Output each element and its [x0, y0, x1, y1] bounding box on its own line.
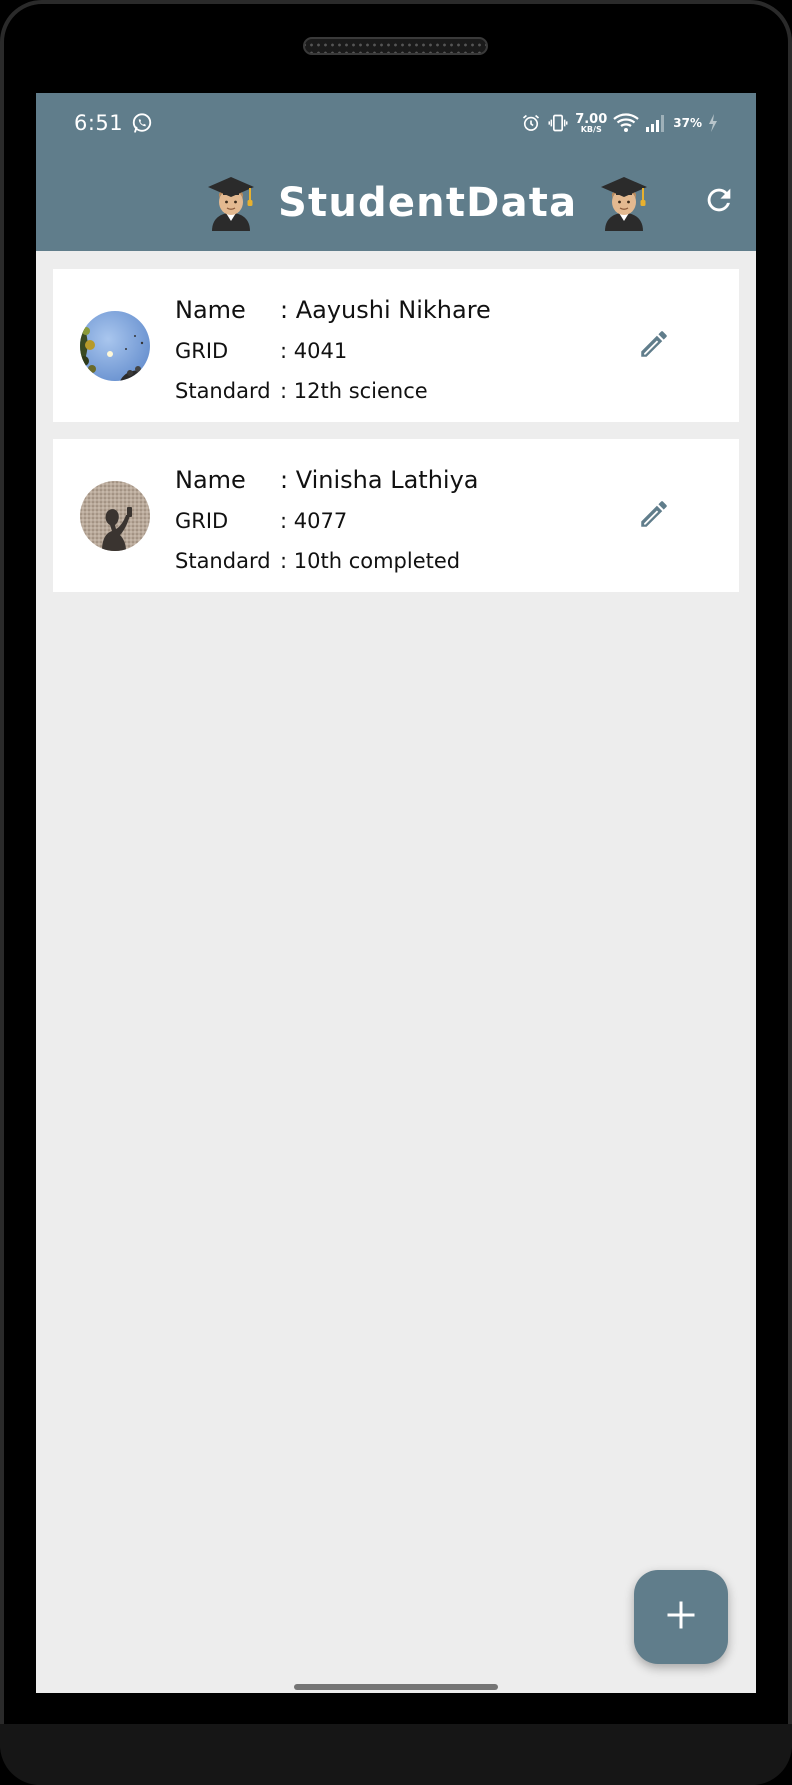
- grid-value: : 4077: [280, 509, 348, 533]
- status-bar: 6:51 7.00 KB/S 37%: [36, 93, 756, 153]
- name-row: Name : Aayushi Nikhare: [175, 289, 491, 331]
- standard-value: : 12th science: [280, 379, 428, 403]
- avatar: [80, 481, 150, 551]
- name-label: Name: [175, 466, 246, 494]
- name-row: Name : Vinisha Lathiya: [175, 459, 478, 501]
- student-list: Name : Aayushi Nikhare GRID : 4041 Stand…: [53, 269, 739, 609]
- student-info: Name : Vinisha Lathiya GRID : 4077 Stand…: [175, 459, 478, 581]
- name-value: : Vinisha Lathiya: [280, 466, 479, 494]
- standard-label: Standard: [175, 379, 271, 403]
- refresh-button[interactable]: [696, 179, 742, 225]
- standard-row: Standard : 10th completed: [175, 541, 478, 581]
- pencil-icon: [637, 327, 671, 365]
- signal-icon: [645, 113, 667, 133]
- graduate-emoji-left: [206, 175, 256, 231]
- status-icons: 7.00 KB/S 37%: [521, 109, 718, 137]
- student-info: Name : Aayushi Nikhare GRID : 4041 Stand…: [175, 289, 491, 411]
- app-title: StudentData: [278, 180, 578, 226]
- student-card[interactable]: Name : Vinisha Lathiya GRID : 4077 Stand…: [53, 439, 739, 592]
- net-speed-unit: KB/S: [580, 124, 602, 134]
- alarm-icon: [521, 113, 541, 133]
- standard-value: : 10th completed: [280, 549, 461, 573]
- grid-row: GRID : 4077: [175, 501, 478, 541]
- name-value: : Aayushi Nikhare: [280, 296, 491, 324]
- battery-percent: 37%: [673, 116, 702, 130]
- wifi-icon: [613, 113, 639, 133]
- standard-row: Standard : 12th science: [175, 371, 491, 411]
- title-row: StudentData: [36, 173, 756, 233]
- app-bar: 6:51 7.00 KB/S 37% StudentData: [36, 93, 756, 251]
- name-label: Name: [175, 296, 246, 324]
- net-speed: 7.00 KB/S: [575, 113, 607, 134]
- status-time: 6:51: [74, 111, 124, 135]
- edit-button[interactable]: [633, 495, 675, 537]
- add-student-button[interactable]: [634, 1570, 728, 1664]
- whatsapp-icon: [131, 112, 153, 134]
- grid-label: GRID: [175, 339, 229, 363]
- plus-icon: [666, 1600, 696, 1634]
- edit-button[interactable]: [633, 325, 675, 367]
- battery-charging-icon: [708, 113, 718, 133]
- grid-label: GRID: [175, 509, 229, 533]
- student-card[interactable]: Name : Aayushi Nikhare GRID : 4041 Stand…: [53, 269, 739, 422]
- home-indicator[interactable]: [294, 1684, 498, 1690]
- graduate-emoji-right: [599, 175, 649, 231]
- screen: 6:51 7.00 KB/S 37% StudentData Name: Aa…: [36, 93, 756, 1693]
- phone-frame: 6:51 7.00 KB/S 37% StudentData Name: Aa…: [0, 0, 792, 1785]
- refresh-icon: [702, 183, 736, 221]
- pencil-icon: [637, 497, 671, 535]
- grid-row: GRID : 4041: [175, 331, 491, 371]
- title-group: StudentData: [206, 173, 649, 233]
- standard-label: Standard: [175, 549, 271, 573]
- vibrate-icon: [547, 113, 569, 133]
- net-speed-value: 7.00: [575, 111, 608, 127]
- avatar: [80, 311, 150, 381]
- speaker-grille: [303, 37, 488, 55]
- bottom-bezel: [0, 1724, 792, 1785]
- grid-value: : 4041: [280, 339, 348, 363]
